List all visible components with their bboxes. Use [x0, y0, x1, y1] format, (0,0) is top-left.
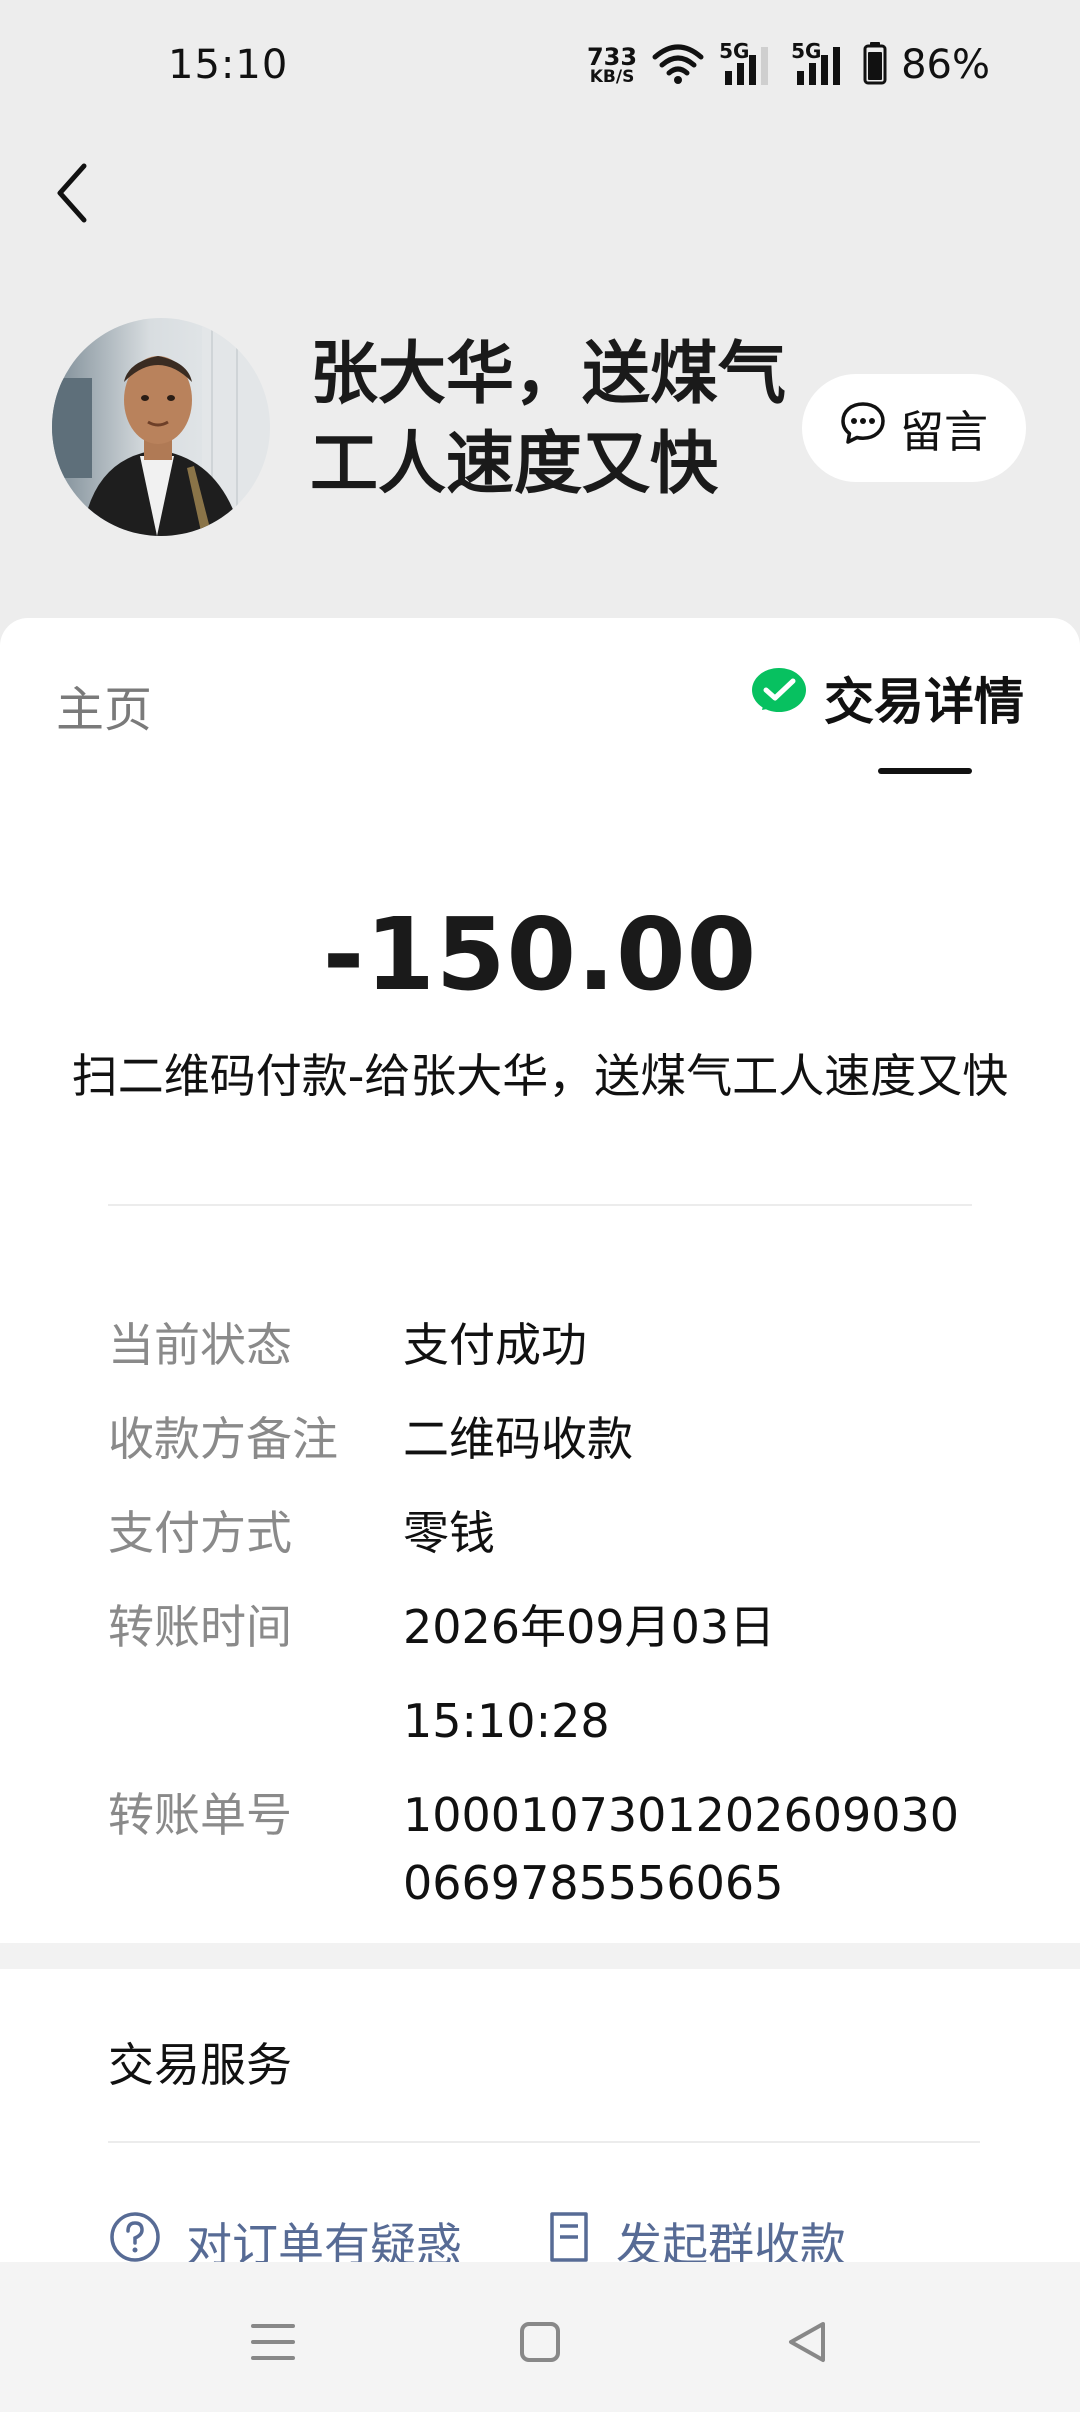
- avatar[interactable]: [52, 318, 270, 536]
- tab-home[interactable]: 主页: [56, 670, 152, 740]
- transaction-description: 扫二维码付款-给张大华，送煤气工人速度又快: [71, 1049, 1009, 1103]
- chat-bubble-icon: [840, 400, 886, 457]
- detail-row-payee-note: 收款方备注 二维码收款: [108, 1392, 988, 1486]
- detail-value: 零钱: [403, 1506, 495, 1560]
- tab-detail-label: 交易详情: [824, 673, 1024, 731]
- detail-label: 支付方式: [108, 1506, 292, 1560]
- signal-1-icon: 5G: [719, 39, 777, 87]
- transaction-amount: -150.00: [322, 896, 758, 1013]
- detail-row-transfer-time: 转账时间 2026年09月03日 15:10:28: [108, 1580, 988, 1768]
- payee-name-line2: 工人速度又快: [310, 425, 719, 504]
- recent-apps-button[interactable]: [243, 2312, 303, 2372]
- battery-icon: [863, 41, 887, 89]
- transaction-details: 当前状态 支付成功 收款方备注 二维码收款 支付方式 零钱 转账时间 2026年…: [108, 1298, 988, 1917]
- transaction-card: 主页 交易详情 -150.00 扫二维码付款-给张大华，送煤气工人速度又快 当前…: [0, 618, 1080, 1943]
- detail-row-payment-method: 支付方式 零钱: [108, 1486, 988, 1580]
- back-button[interactable]: [50, 158, 110, 228]
- section-gap: [0, 1943, 1080, 1969]
- detail-label: 收款方备注: [108, 1412, 338, 1466]
- detail-row-status: 当前状态 支付成功: [108, 1298, 988, 1392]
- detail-label: 当前状态: [108, 1318, 292, 1372]
- wechat-pay-icon: [750, 666, 808, 730]
- net-speed-value: 733: [586, 42, 638, 71]
- signal-2-icon: 5G: [791, 39, 849, 87]
- detail-value: 二维码收款: [403, 1412, 633, 1466]
- system-nav-bar: [0, 2262, 1080, 2412]
- detail-label: 转账时间: [108, 1600, 292, 1654]
- net-speed-unit: KB/S: [589, 66, 635, 87]
- transaction-services: 交易服务 对订单有疑惑 发起群收款: [0, 1969, 1080, 2272]
- detail-label: 转账单号: [108, 1788, 292, 1842]
- wifi-icon: [651, 41, 705, 89]
- net-speed: 733 KB/S: [587, 45, 637, 86]
- detail-value: 支付成功: [403, 1318, 587, 1372]
- status-icons: 733 KB/S 5G 5G 86%: [587, 39, 990, 90]
- payee-name-line1: 张大华，送煤气: [310, 335, 787, 414]
- home-button[interactable]: [510, 2312, 570, 2372]
- services-title: 交易服务: [108, 2038, 292, 2092]
- status-time: 15:10: [168, 42, 289, 88]
- detail-value: 2026年09月03日 15:10:28: [403, 1600, 776, 1748]
- battery-percent: 86%: [901, 42, 990, 88]
- avatar-photo: [52, 318, 270, 536]
- message-label: 留言: [900, 407, 988, 458]
- triangle-back-icon: [789, 2322, 825, 2362]
- detail-value-order-number[interactable]: 100010730120260903006​69785556065: [403, 1768, 973, 1917]
- chevron-left-icon: [57, 163, 87, 223]
- detail-row-transfer-number: 转账单号 100010730120260903006​69785556065: [108, 1768, 988, 1917]
- menu-icon: [251, 2324, 295, 2360]
- status-bar: 15:10 733 KB/S 5G 5G 86%: [0, 0, 1080, 140]
- system-back-button[interactable]: [777, 2312, 837, 2372]
- divider: [108, 2141, 980, 2143]
- payee-name: 张大华，送煤气 工人速度又快: [310, 330, 800, 510]
- divider: [108, 1204, 972, 1206]
- square-home-icon: [520, 2322, 560, 2362]
- tab-transaction-detail[interactable]: 交易详情: [750, 662, 1024, 734]
- message-button[interactable]: 留言: [802, 374, 1026, 482]
- active-tab-indicator: [878, 768, 972, 774]
